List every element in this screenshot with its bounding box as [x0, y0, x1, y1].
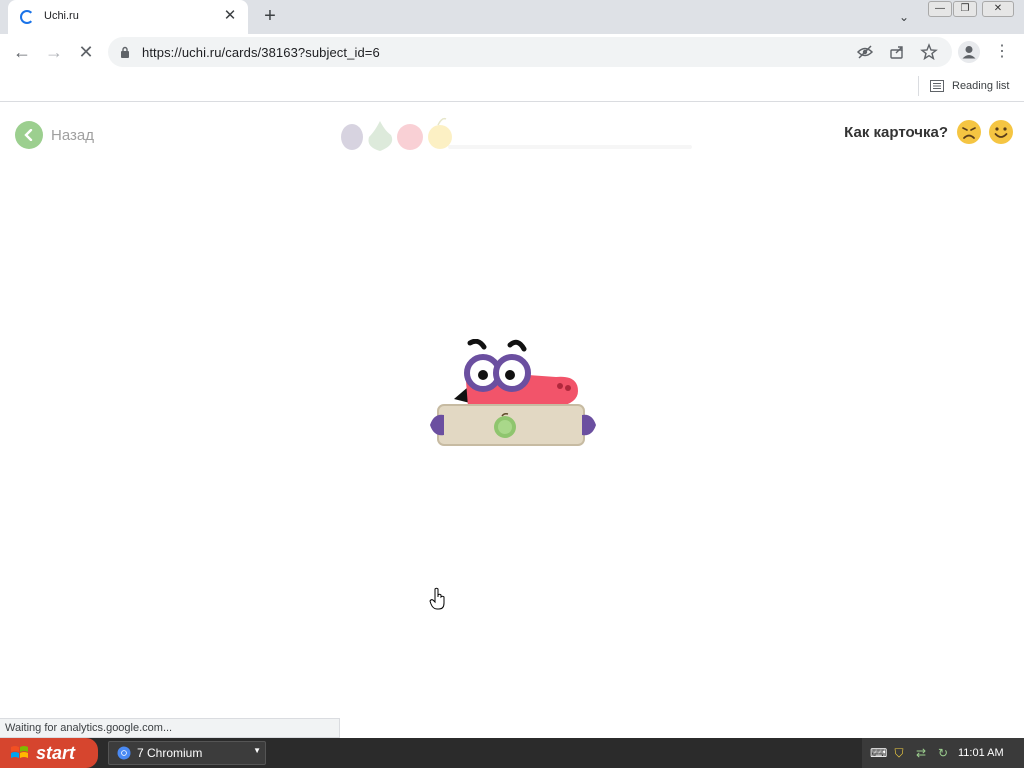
reading-list-icon — [930, 80, 944, 92]
plum-icon — [341, 124, 363, 150]
close-window-button[interactable]: ✕ — [982, 1, 1014, 17]
sad-face-icon[interactable] — [956, 119, 982, 145]
lemon-icon — [428, 125, 452, 149]
keyboard-icon[interactable]: ⌨ — [870, 746, 887, 760]
card-rating: Как карточка? — [844, 119, 1014, 145]
tab-search-button[interactable]: ⌄ — [894, 7, 914, 27]
share-icon[interactable] — [888, 43, 906, 61]
taskbar-chromium-button[interactable]: 7 Chromium ▼ — [108, 741, 266, 765]
eye-off-icon[interactable] — [856, 43, 874, 61]
url-text[interactable]: https://uchi.ru/cards/38163?subject_id=6 — [142, 45, 380, 60]
new-tab-button[interactable]: + — [258, 5, 282, 29]
taskbar-chromium-label: 7 Chromium — [137, 746, 203, 760]
bookmarks-divider — [918, 76, 919, 96]
browser-window: Uchi.ru ✕ + ⌄ — ❐ ✕ ← → ✕ https://uchi.r… — [0, 0, 1024, 738]
update-icon[interactable]: ↻ — [936, 746, 950, 760]
tab-uchi[interactable]: Uchi.ru ✕ — [8, 0, 248, 34]
shield-icon[interactable]: ⛉ — [892, 746, 906, 760]
chromium-icon — [117, 746, 131, 760]
back-arrow-icon — [15, 121, 43, 149]
caret-down-icon: ▼ — [253, 746, 261, 755]
apple-icon — [397, 124, 423, 150]
star-icon[interactable] — [920, 43, 938, 61]
address-bar[interactable]: https://uchi.ru/cards/38163?subject_id=6 — [108, 37, 952, 67]
forward-button[interactable]: → — [42, 40, 66, 64]
restore-button[interactable]: ❐ — [953, 1, 977, 17]
tab-strip: Uchi.ru ✕ + ⌄ — ❐ ✕ — [0, 0, 1024, 34]
tab-close-button[interactable]: ✕ — [220, 6, 240, 26]
tab-title: Uchi.ru — [44, 10, 79, 22]
lock-icon — [121, 46, 129, 58]
progress-track — [448, 145, 692, 149]
bookmarks-bar: Reading list — [0, 70, 1024, 102]
browser-toolbar: ← → ✕ https://uchi.ru/cards/38163?subjec… — [0, 34, 1024, 70]
reading-list-label: Reading list — [952, 80, 1010, 92]
worm-mascot-icon — [430, 339, 596, 446]
pear-icon — [368, 121, 393, 151]
start-button[interactable]: start — [0, 738, 98, 768]
stop-button[interactable]: ✕ — [74, 40, 98, 64]
windows-taskbar: start 7 Chromium ▼ ⌨ ⛉ ⇄ ↻ 11:01 AM — [0, 738, 1024, 768]
profile-avatar-icon[interactable] — [958, 41, 980, 63]
browser-menu-button[interactable]: ⋮ — [992, 40, 1012, 64]
back-button[interactable]: ← — [10, 40, 34, 64]
windows-logo-icon — [11, 746, 28, 758]
system-tray: ⌨ ⛉ ⇄ ↻ 11:01 AM — [862, 738, 1024, 768]
loading-spinner-icon — [20, 10, 34, 24]
page-content: Назад Как карточка? — [0, 103, 1024, 715]
minimize-button[interactable]: — — [928, 1, 952, 17]
network-icon[interactable]: ⇄ — [914, 746, 928, 760]
back-label: Назад — [51, 126, 94, 144]
hand-cursor-icon — [429, 587, 445, 610]
status-bubble: Waiting for analytics.google.com... — [0, 718, 340, 738]
happy-face-icon[interactable] — [988, 119, 1014, 145]
start-label: start — [36, 742, 76, 763]
reading-list-button[interactable]: Reading list — [930, 77, 1009, 95]
rate-label: Как карточка? — [844, 123, 948, 141]
fruit-progress-bar — [341, 117, 692, 151]
clock: 11:01 AM — [958, 747, 1004, 759]
back-link[interactable]: Назад — [15, 121, 94, 149]
